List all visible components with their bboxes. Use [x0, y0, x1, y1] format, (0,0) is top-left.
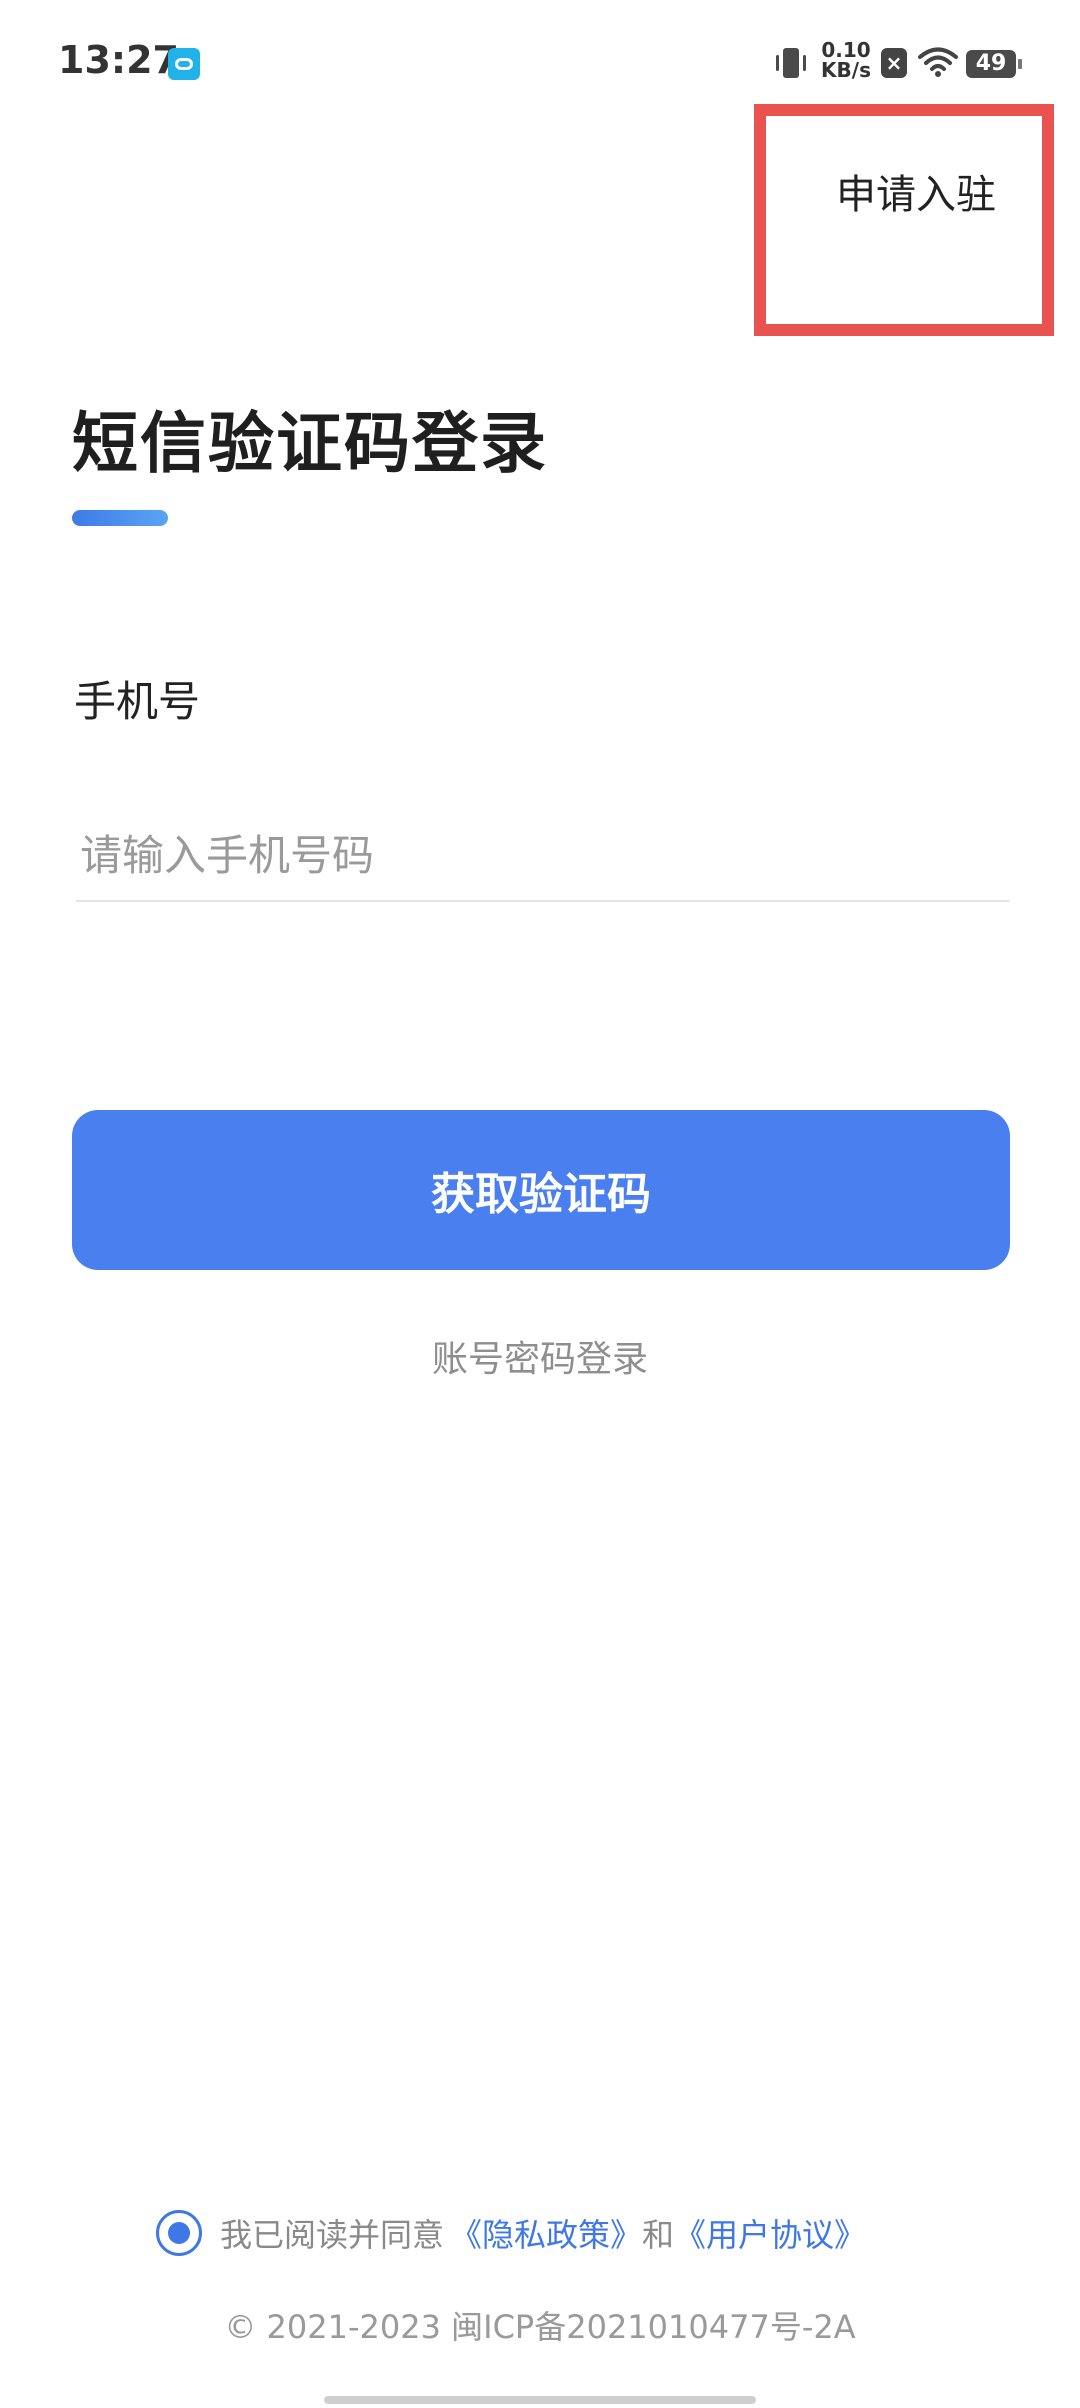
status-time: 13:27 — [58, 38, 179, 82]
agreement-conjunction: 和 — [642, 2216, 675, 2254]
battery-icon: 49 — [966, 50, 1022, 78]
phone-label: 手机号 — [74, 677, 201, 726]
network-speed-value: 0.10 — [821, 38, 871, 62]
cloud-app-icon — [168, 48, 200, 80]
vibrate-icon — [776, 48, 806, 78]
page-title: 短信验证码登录 — [72, 405, 548, 482]
get-code-button[interactable]: 获取验证码 — [72, 1110, 1010, 1270]
login-screen: 13:27 0.10 KB/s × 49 申请入驻 短信验证码登录 手机号 获取… — [0, 0, 1080, 2408]
title-underline — [72, 510, 168, 526]
phone-input[interactable] — [76, 810, 1010, 902]
get-code-button-label: 获取验证码 — [431, 1169, 651, 1220]
notification-close-icon: × — [881, 48, 907, 78]
status-bar: 13:27 0.10 KB/s × 49 — [0, 0, 1080, 120]
agreement-row: 我已阅读并同意 《隐私政策》 和 《用户协议》 — [156, 2208, 866, 2258]
network-speed-unit: KB/s — [821, 58, 871, 82]
icp-footer: © 2021-2023 闽ICP备2021010477号-2A — [224, 2308, 856, 2346]
home-indicator[interactable] — [324, 2396, 756, 2404]
network-speed: 0.10 KB/s — [820, 40, 872, 80]
agree-radio[interactable] — [156, 2210, 202, 2256]
apply-highlight-box — [754, 104, 1054, 336]
privacy-policy-link[interactable]: 《隐私政策》 — [450, 2210, 642, 2256]
agreement-text: 我已阅读并同意 — [220, 2216, 445, 2254]
apply-entry-link[interactable]: 申请入驻 — [836, 162, 996, 220]
user-agreement-link[interactable]: 《用户协议》 — [674, 2210, 866, 2256]
wifi-icon — [918, 47, 958, 77]
password-login-link[interactable]: 账号密码登录 — [0, 1330, 1080, 1382]
